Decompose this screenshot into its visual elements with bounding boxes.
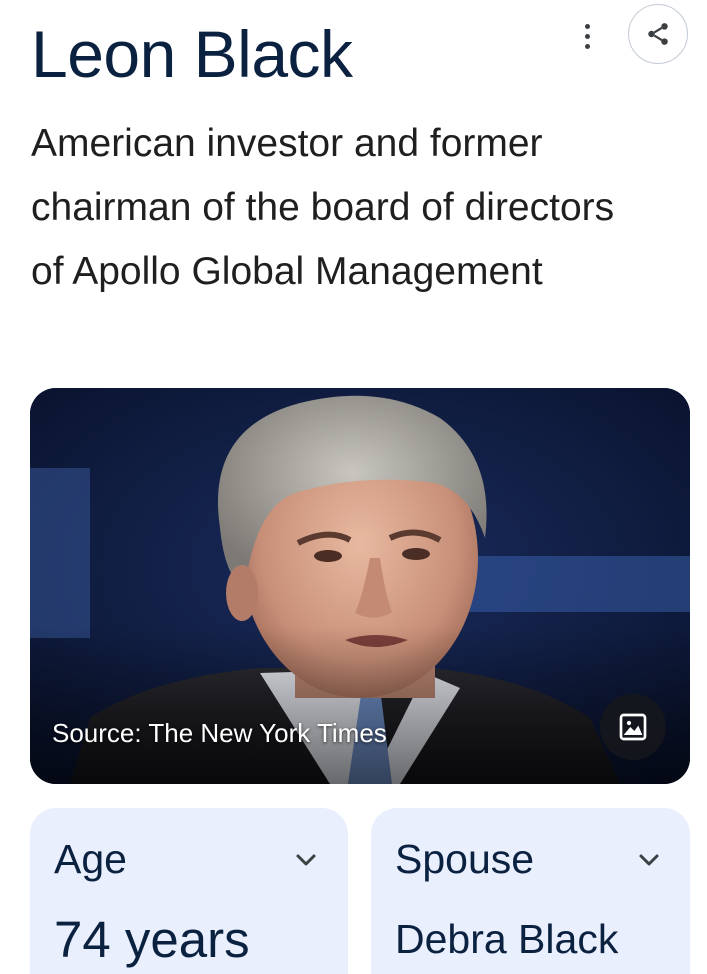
age-label: Age [54,836,127,882]
entity-title: Leon Black [31,17,353,91]
more-vert-dot [584,43,590,49]
hero-image[interactable]: Source: The New York Times [30,388,690,784]
share-button[interactable] [628,4,688,64]
more-vert-icon [584,23,590,29]
more-vert-dot [584,33,590,39]
spouse-fact-card[interactable]: Spouse Debra Black [371,808,690,974]
share-icon [648,23,668,45]
more-options-button[interactable] [572,18,602,54]
chevron-down-icon [639,854,659,866]
age-fact-card[interactable]: Age 74 years [30,808,348,974]
chevron-down-icon [296,854,316,866]
spouse-value[interactable]: Debra Black [395,916,618,963]
view-images-button[interactable] [600,694,666,760]
knowledge-panel: Leon Black American investor and former … [0,0,707,974]
image-icon [619,713,647,741]
image-source-caption: Source: The New York Times [52,718,387,748]
entity-description: American investor and former chairman of… [31,122,615,293]
age-value: 74 years [54,911,250,968]
spouse-label: Spouse [395,836,535,882]
